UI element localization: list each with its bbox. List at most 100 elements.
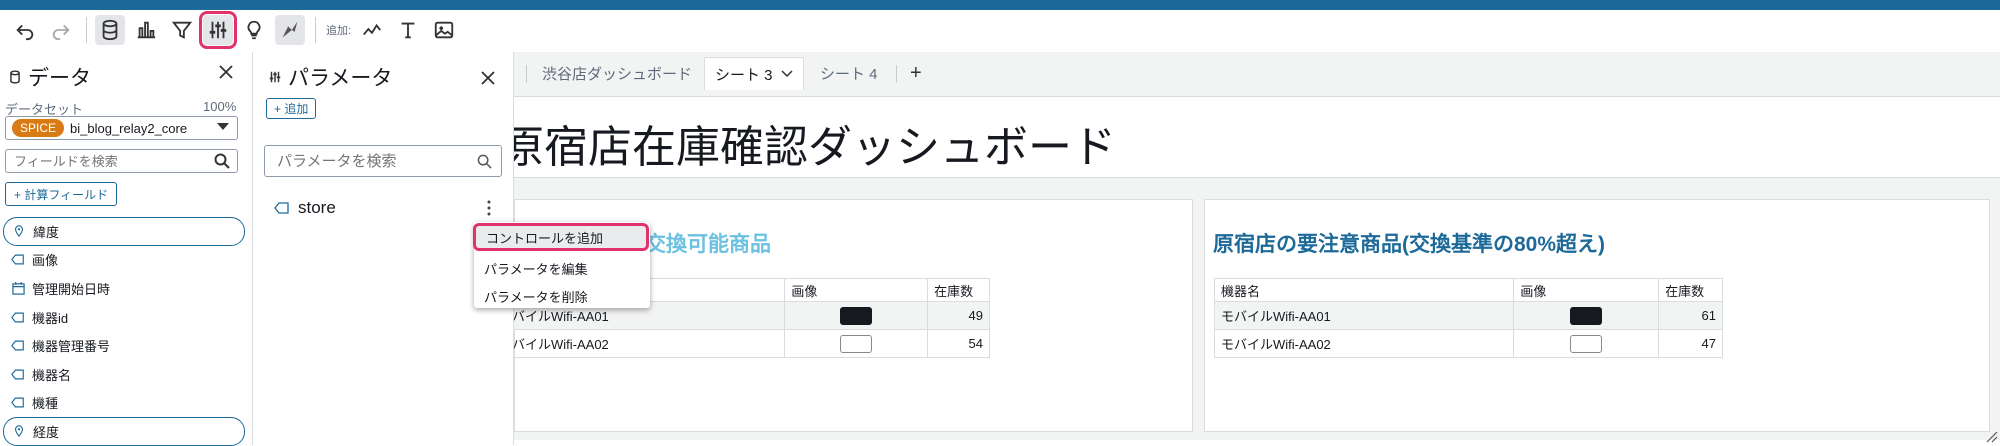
- data-panel-title: データ: [8, 62, 91, 92]
- undo-icon: [16, 24, 34, 41]
- field-item[interactable]: 緯度: [3, 217, 245, 246]
- database-icon: [102, 19, 118, 41]
- sheet-tabs: 渋谷店ダッシュボード シート 3 シート 4 +: [514, 52, 2000, 90]
- menu-item-delete-parameter[interactable]: パラメータを削除: [474, 282, 650, 310]
- field-label: 機器名: [32, 367, 72, 383]
- cell-name: モバイルWifi-AA01: [1213, 301, 1515, 330]
- product-thumbnail: [1570, 306, 1603, 325]
- table-header-row: 機器名 画像 在庫数: [1213, 278, 1723, 302]
- field-label: 緯度: [33, 224, 60, 240]
- cell-stock: 61: [1658, 301, 1723, 330]
- search-icon: [214, 153, 230, 169]
- undo-button[interactable]: [10, 15, 40, 45]
- data-panel-title-text: データ: [28, 67, 91, 90]
- column-header[interactable]: 在庫数: [927, 278, 990, 302]
- close-data-panel-button[interactable]: [219, 62, 233, 85]
- cell-image: [1513, 329, 1660, 358]
- table-row: モバイルWifi-AA01 61: [1213, 301, 1723, 330]
- parameters-button[interactable]: [199, 11, 237, 49]
- image-icon: [434, 21, 454, 39]
- string-type-icon: [274, 202, 289, 214]
- parameter-item-store[interactable]: store: [274, 198, 336, 218]
- visualize-button[interactable]: [131, 15, 161, 45]
- cell-name: モバイルWifi-AA02: [1213, 329, 1515, 358]
- cell-name: バイルWifi-AA02: [514, 329, 786, 358]
- add-image-button[interactable]: [429, 15, 459, 45]
- column-header[interactable]: 機器名: [1213, 278, 1515, 302]
- geo-pin-icon: [12, 224, 26, 238]
- cell-stock: 47: [1658, 329, 1723, 358]
- title-text-box[interactable]: 原宿店在庫確認ダッシュボード: [514, 96, 2000, 178]
- close-parameters-panel-button[interactable]: [481, 68, 495, 91]
- add-sheet-button[interactable]: +: [900, 57, 932, 90]
- cell-image: [784, 301, 929, 330]
- table-row: モバイルWifi-AA02 47: [1213, 329, 1723, 358]
- parameter-menu-button[interactable]: [487, 200, 491, 216]
- field-item[interactable]: 機器管理番号: [0, 331, 253, 360]
- dataset-percentage: 100%: [203, 99, 237, 114]
- visual-title: 原宿店の要注意商品(交換基準の80%超え): [1213, 233, 1606, 256]
- brush-icon: [282, 21, 298, 38]
- lightbulb-icon: [247, 20, 261, 40]
- tab-sheet-3[interactable]: シート 3: [704, 57, 804, 90]
- field-item[interactable]: 画像: [0, 246, 253, 275]
- filter-button[interactable]: [167, 15, 197, 45]
- line-chart-icon: [363, 23, 382, 36]
- field-item[interactable]: 管理開始日時: [0, 274, 253, 303]
- add-label: 追加:: [326, 25, 352, 37]
- cell-image: [784, 329, 929, 358]
- visual-title: 交換可能商品: [645, 233, 771, 256]
- close-icon: [481, 71, 495, 85]
- field-label: 機種: [32, 396, 59, 412]
- add-visual-button[interactable]: [357, 15, 387, 45]
- redo-button[interactable]: [46, 15, 76, 45]
- data-button[interactable]: [95, 15, 125, 45]
- dataset-name: bi_blog_relay2_core: [70, 120, 188, 136]
- field-item[interactable]: 機器名: [0, 360, 253, 389]
- parameter-search-input[interactable]: [264, 145, 502, 177]
- chevron-down-icon: [780, 70, 793, 78]
- tab-divider: [526, 65, 527, 83]
- add-text-button[interactable]: [393, 15, 423, 45]
- column-header[interactable]: 画像: [1513, 278, 1660, 302]
- field-label: 経度: [33, 424, 60, 440]
- product-thumbnail: [1570, 334, 1603, 353]
- field-item[interactable]: 機器id: [0, 303, 253, 332]
- next-visual-edge: [514, 440, 2000, 445]
- field-item[interactable]: 機種: [0, 389, 253, 418]
- dataset-select[interactable]: SPICE bi_blog_relay2_core: [5, 116, 238, 140]
- resize-handle-icon[interactable]: [1982, 427, 1998, 443]
- parameter-name: store: [298, 198, 336, 217]
- string-type-icon: [11, 253, 25, 267]
- add-calculated-field-button[interactable]: + 計算フィールド: [5, 182, 118, 206]
- product-thumbnail: [840, 306, 873, 325]
- cell-image: [1513, 301, 1660, 330]
- column-header[interactable]: 在庫数: [1658, 278, 1723, 302]
- search-icon: [477, 154, 492, 169]
- string-type-icon: [11, 396, 25, 410]
- redo-icon: [52, 24, 70, 41]
- field-label: 機器管理番号: [32, 339, 111, 355]
- string-type-icon: [11, 367, 25, 381]
- field-list: 緯度画像 管理開始日時機器id 機器管理番号 機器名機種経度: [0, 217, 253, 446]
- filter-icon: [171, 21, 193, 39]
- bar-chart-icon: [137, 21, 156, 39]
- themes-button[interactable]: [275, 15, 305, 45]
- visual-caution-items[interactable]: 原宿店の要注意商品(交換基準の80%超え) 機器名 画像 在庫数 モバイルWif…: [1204, 199, 1990, 432]
- field-item[interactable]: 経度: [3, 417, 245, 446]
- toolbar: 追加:: [0, 10, 2000, 50]
- tab-shibuya-dashboard[interactable]: 渋谷店ダッシュボード: [532, 57, 702, 90]
- parameters-panel-title: パラメータ: [268, 62, 392, 92]
- column-header[interactable]: 画像: [784, 278, 929, 302]
- field-search-input[interactable]: [5, 149, 238, 173]
- top-header-bar: [0, 0, 2000, 10]
- close-icon: [219, 65, 233, 79]
- field-label: 機器id: [32, 310, 69, 326]
- insights-button[interactable]: [239, 15, 269, 45]
- tab-sheet-4[interactable]: シート 4: [810, 57, 888, 90]
- string-type-icon: [11, 339, 25, 353]
- menu-item-edit-parameter[interactable]: パラメータを編集: [474, 254, 650, 282]
- more-vertical-icon: [487, 200, 491, 216]
- sliders-icon: [209, 21, 227, 39]
- add-parameter-button[interactable]: + 追加: [266, 98, 317, 119]
